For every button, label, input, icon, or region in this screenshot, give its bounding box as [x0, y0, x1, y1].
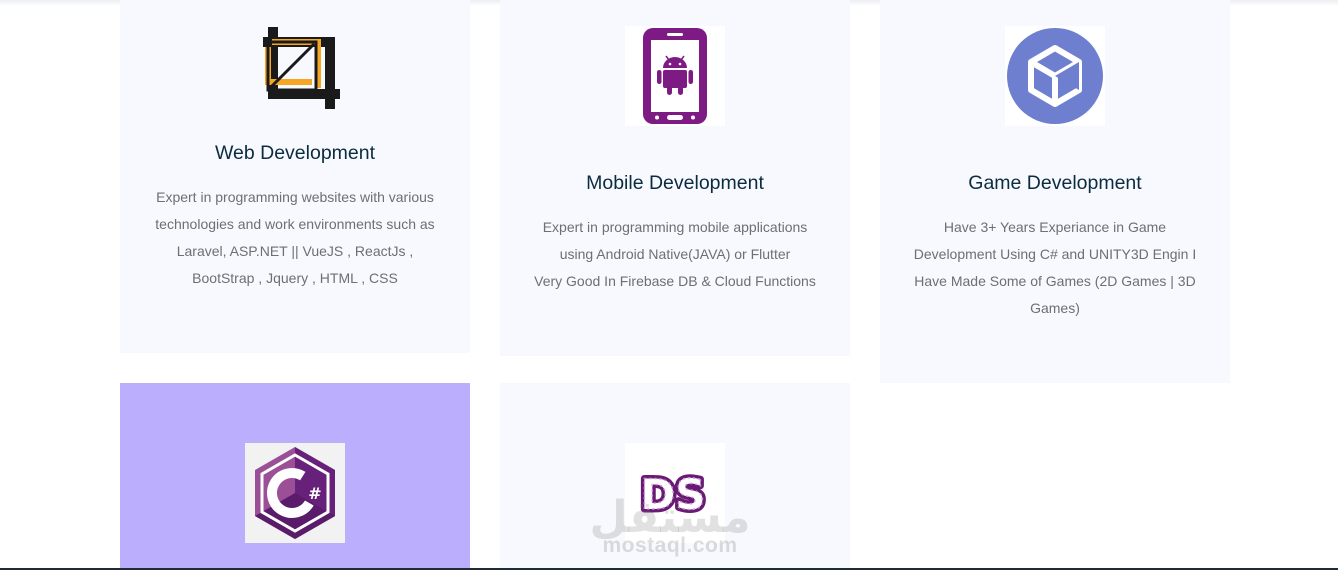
description-line: Expert in programming websites with vari…	[156, 189, 434, 205]
service-description: Expert in programming websites with vari…	[150, 184, 440, 292]
service-card-csharp[interactable]: #	[120, 383, 470, 570]
android-phone-icon	[625, 26, 725, 126]
mostaql-watermark: مستقل mostaql.com	[580, 460, 760, 560]
crop-icon	[263, 27, 340, 109]
service-title: Game Development	[968, 172, 1142, 194]
watermark-latin: mostaql.com	[602, 534, 738, 557]
description-line: Games)	[1030, 300, 1080, 316]
service-card-mobile-development: Mobile Development Expert in programming…	[500, 0, 850, 356]
description-line: Have 3+ Years Experiance in Game	[943, 219, 1167, 235]
service-description: Expert in programming mobile application…	[530, 214, 820, 295]
service-title: Mobile Development	[586, 172, 764, 194]
service-card-web-development: Web Development Expert in programming we…	[120, 0, 470, 353]
description-line: Development Using C# and UNITY3D Engin I	[913, 246, 1197, 262]
service-title: Web Development	[214, 142, 376, 164]
description-line: technologies and work environments such …	[155, 216, 435, 232]
description-line: Very Good In Firebase DB & Cloud Functio…	[534, 273, 816, 289]
svg-text:#: #	[308, 484, 321, 503]
unity-logo-icon	[1005, 26, 1105, 126]
description-line: using Android Native(JAVA) or Flutter	[559, 246, 791, 262]
description-line: BootStrap , Jquery , HTML , CSS	[192, 270, 398, 286]
csharp-logo-icon: #	[245, 443, 345, 543]
description-line: Laravel, ASP.NET || VueJS , ReactJs ,	[176, 243, 414, 259]
description-line: Have Made Some of Games (2D Games | 3D	[914, 273, 1196, 289]
description-line: Expert in programming mobile application…	[542, 219, 808, 235]
service-description: Have 3+ Years Experiance in Game Develop…	[910, 214, 1200, 322]
service-card-game-development: Game Development Have 3+ Years Experianc…	[880, 0, 1230, 383]
